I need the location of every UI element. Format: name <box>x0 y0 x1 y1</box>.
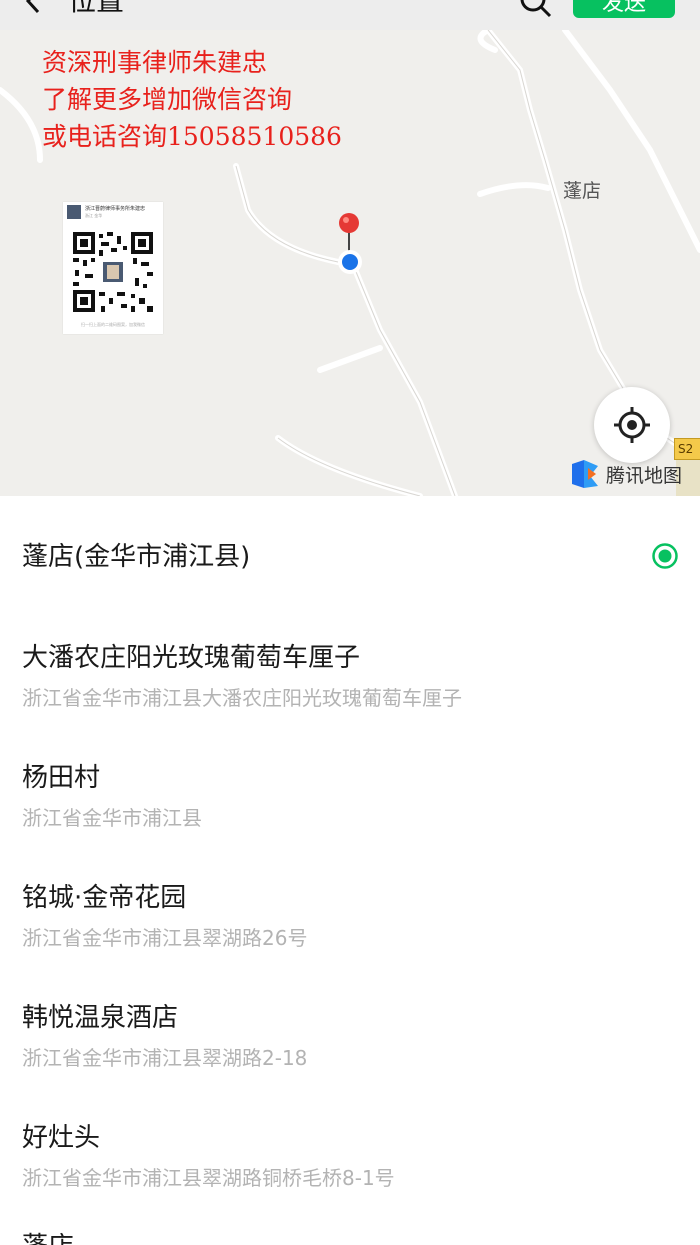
current-location-icon <box>338 250 362 274</box>
qr-card-name: 浙江晋蔚律师事务所朱建忠 <box>85 206 146 212</box>
location-name: 韩悦温泉酒店 <box>22 1003 179 1033</box>
watermark-line: 资深刑事律师朱建忠 <box>42 48 268 77</box>
list-item[interactable]: 大潘农庄阳光玫瑰葡萄车厘子 浙江省金华市浦江县大潘农庄阳光玫瑰葡萄车厘子 <box>0 616 700 736</box>
map-provider-label: 腾讯地图 <box>606 465 683 487</box>
location-address: 浙江省金华市浦江县大潘农庄阳光玫瑰葡萄车厘子 <box>22 686 462 710</box>
watermark-text: 资深刑事律师朱建忠 了解更多增加微信咨询 或电话咨询15058510586 <box>42 44 342 155</box>
back-arrow-icon[interactable] <box>20 0 50 16</box>
location-name: 杨田村 <box>22 763 101 793</box>
top-bar: 位置 发送 <box>0 0 700 30</box>
list-item[interactable]: 杨田村 浙江省金华市浦江县 <box>0 736 700 856</box>
location-name: 蓬店 <box>22 1230 74 1245</box>
list-item[interactable]: 蓬店 <box>0 1216 700 1245</box>
watermark-line: 了解更多增加微信咨询 <box>42 85 293 114</box>
location-address: 浙江省金华市浦江县 <box>22 806 202 830</box>
list-item[interactable]: 韩悦温泉酒店 浙江省金华市浦江县翠湖路2-18 <box>0 976 700 1096</box>
qr-code-card: 浙江晋蔚律师事务所朱建忠 浙江 金华 扫一扫上面的二维码图案，加我微信 <box>63 202 163 334</box>
map-view[interactable]: 资深刑事律师朱建忠 了解更多增加微信咨询 或电话咨询15058510586 浙江… <box>0 30 700 496</box>
avatar <box>67 205 81 219</box>
qr-code-icon <box>73 232 153 312</box>
selected-check-icon <box>652 543 678 569</box>
location-address: 浙江省金华市浦江县翠湖路26号 <box>22 926 308 950</box>
list-item[interactable]: 铭城·金帝花园 浙江省金华市浦江县翠湖路26号 <box>0 856 700 976</box>
locate-me-button[interactable] <box>594 387 670 463</box>
qr-card-caption: 扫一扫上面的二维码图案，加我微信 <box>81 322 145 327</box>
location-address: 浙江省金华市浦江县翠湖路2-18 <box>22 1046 308 1070</box>
list-item[interactable]: 好灶头 浙江省金华市浦江县翠湖路铜桥毛桥8-1号 <box>0 1096 700 1216</box>
location-name: 蓬店(金华市浦江县) <box>22 542 251 572</box>
tencent-maps-logo-icon <box>572 460 598 488</box>
road-shield-label: S2 <box>674 438 700 460</box>
crosshair-icon <box>614 407 650 443</box>
page-title: 位置 <box>68 0 125 17</box>
watermark-line: 或电话咨询15058510586 <box>42 122 342 151</box>
location-address: 浙江省金华市浦江县翠湖路铜桥毛桥8-1号 <box>22 1166 395 1190</box>
map-pin-icon <box>339 213 359 252</box>
send-button[interactable]: 发送 <box>573 0 675 18</box>
location-name: 大潘农庄阳光玫瑰葡萄车厘子 <box>22 643 361 673</box>
search-icon[interactable] <box>518 0 554 20</box>
location-name: 好灶头 <box>22 1123 101 1153</box>
location-name: 铭城·金帝花园 <box>22 883 187 913</box>
list-item[interactable]: 蓬店(金华市浦江县) <box>0 496 700 616</box>
qr-card-region: 浙江 金华 <box>85 213 103 218</box>
map-place-label: 蓬店 <box>563 180 602 202</box>
